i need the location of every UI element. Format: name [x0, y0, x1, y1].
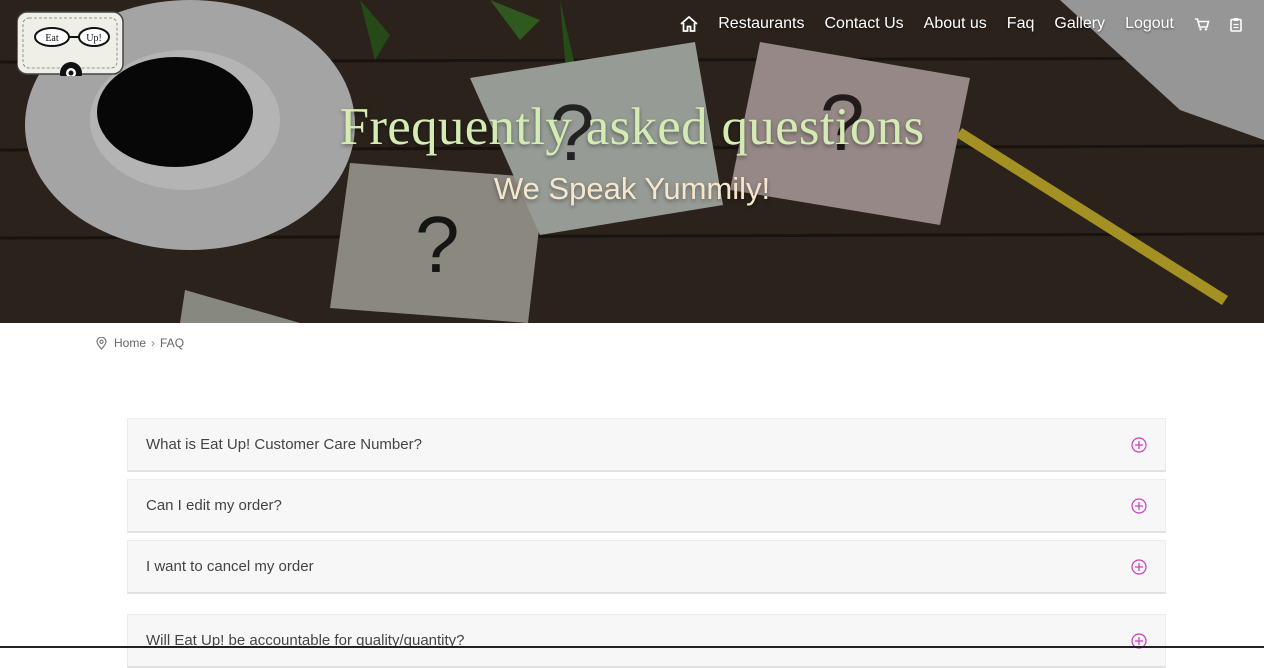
nav-restaurants[interactable]: Restaurants [718, 15, 804, 33]
clipboard-icon[interactable] [1230, 17, 1242, 32]
plus-circle-icon[interactable] [1131, 559, 1147, 575]
location-pin-icon [96, 336, 107, 350]
breadcrumb-home[interactable]: Home [114, 336, 146, 350]
page-subtitle: We Speak Yummily! [493, 171, 771, 206]
cart-icon[interactable] [1194, 17, 1210, 31]
nav-logout[interactable]: Logout [1125, 15, 1174, 33]
faq-item[interactable]: What is Eat Up! Customer Care Number? [127, 418, 1166, 472]
breadcrumb-current: FAQ [160, 336, 185, 350]
faq-question: What is Eat Up! Customer Care Number? [146, 436, 422, 453]
nav-faq[interactable]: Faq [1007, 15, 1035, 33]
hero-overlay [0, 0, 1264, 323]
faq-item[interactable]: Can I edit my order? [127, 479, 1166, 533]
eat-up-logo[interactable]: Eat Up! [17, 10, 127, 76]
plus-circle-icon[interactable] [1131, 498, 1147, 514]
nav-gallery[interactable]: Gallery [1054, 15, 1105, 33]
faq-question: Will Eat Up! be accountable for quality/… [146, 632, 465, 649]
faq-item[interactable]: Will Eat Up! be accountable for quality/… [127, 614, 1166, 668]
svg-text:Eat: Eat [45, 33, 59, 44]
nav-about-us[interactable]: About us [924, 15, 987, 33]
faq-item[interactable]: I want to cancel my order [127, 540, 1166, 594]
plus-circle-icon[interactable] [1131, 437, 1147, 453]
main-nav: Restaurants Contact Us About us Faq Gall… [680, 12, 1242, 36]
svg-text:Up!: Up! [86, 33, 102, 44]
hero-banner: ? ? ? Eat Up! Restaurants Contact Us Abo… [0, 0, 1264, 323]
faq-question: Can I edit my order? [146, 497, 282, 514]
faq-question: I want to cancel my order [146, 558, 314, 575]
breadcrumb: Home › FAQ [96, 335, 184, 351]
home-icon[interactable] [680, 16, 698, 32]
breadcrumb-separator: › [151, 336, 156, 350]
page-title: Frequently asked questions [339, 98, 925, 156]
nav-contact-us[interactable]: Contact Us [825, 15, 904, 33]
